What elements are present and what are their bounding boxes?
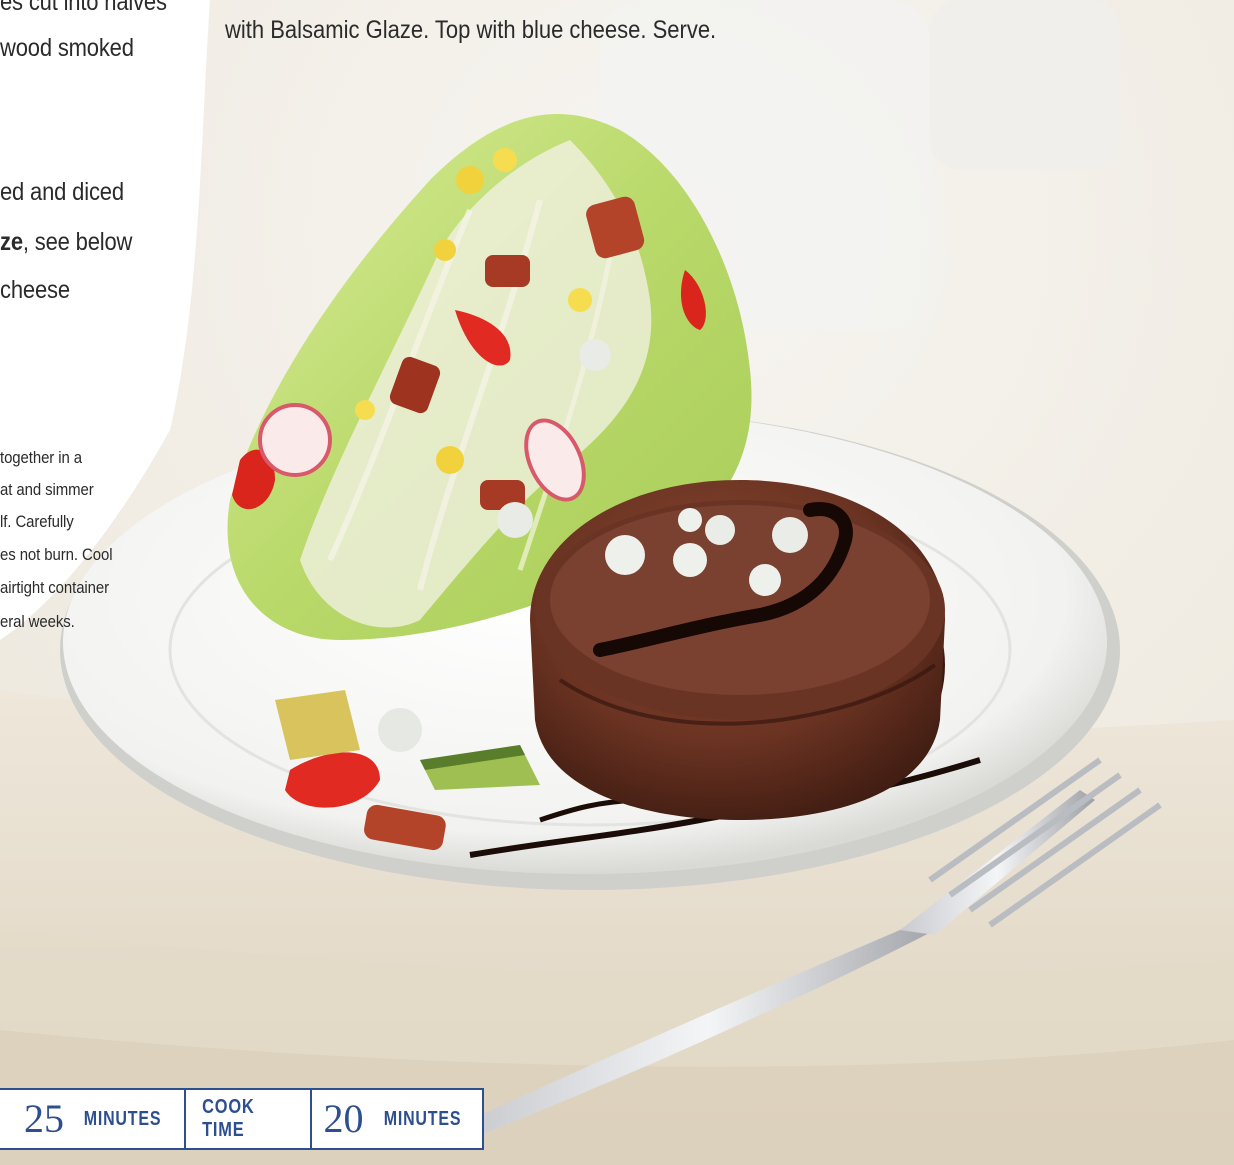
ingredient-line-5: cheese xyxy=(0,276,70,304)
cook-time-cell: 20 MINUTES xyxy=(312,1088,484,1150)
method-line-3: lf. Carefully xyxy=(0,512,74,531)
time-bar: 25 MINUTES COOK TIME 20 MINUTES xyxy=(0,1088,484,1150)
method-line-2: at and simmer xyxy=(0,480,94,499)
ingredient-line-4: ze, see below xyxy=(0,228,132,257)
ingredient-line-1: es cut into halves xyxy=(0,0,167,16)
prep-time-unit: MINUTES xyxy=(83,1107,162,1130)
ingredient-line-3: ed and diced xyxy=(0,178,124,206)
method-line-5: airtight container xyxy=(0,578,110,597)
cook-time-label: COOK TIME xyxy=(202,1096,255,1141)
ingredient-line-2: wood smoked xyxy=(0,34,134,62)
prep-time-value: 25 xyxy=(24,1096,64,1141)
cook-time-value: 20 xyxy=(323,1096,364,1141)
prep-time-cell: 25 MINUTES xyxy=(0,1088,186,1150)
dish-photo xyxy=(0,0,1234,1165)
method-line-6: eral weeks. xyxy=(0,612,75,631)
method-line-1: together in a xyxy=(0,448,83,467)
method-line-4: es not burn. Cool xyxy=(0,545,113,564)
cook-time-unit: MINUTES xyxy=(383,1107,461,1130)
ingredient-rest: , see below xyxy=(22,228,133,256)
ingredient-bold: ze xyxy=(0,228,23,256)
recipe-page: es cut into halves wood smoked ed and di… xyxy=(0,0,1234,1165)
cook-time-label-cell: COOK TIME xyxy=(186,1088,312,1150)
direction-text: with Balsamic Glaze. Top with blue chees… xyxy=(225,16,717,44)
